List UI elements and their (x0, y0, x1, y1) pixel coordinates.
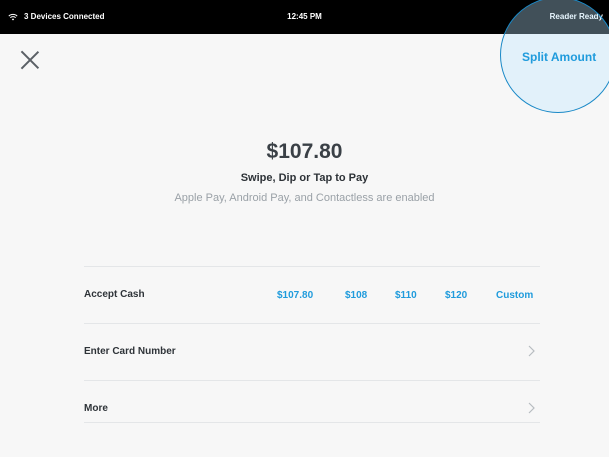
cash-option-108[interactable]: $108 (345, 290, 367, 301)
split-amount-button[interactable]: Split Amount (522, 50, 596, 64)
payment-amount: $107.80 (266, 140, 343, 163)
accept-cash-row: Accept Cash $107.80 $108 $110 $120 Custo… (84, 266, 540, 322)
enter-card-number-row[interactable]: Enter Card Number (84, 323, 540, 379)
more-row[interactable]: More (84, 380, 540, 436)
chevron-right-icon (528, 345, 535, 357)
cash-option-110[interactable]: $110 (395, 290, 417, 301)
payment-instruction: Swipe, Dip or Tap to Pay (240, 172, 369, 184)
divider (84, 422, 540, 423)
chevron-right-icon (528, 402, 535, 414)
cash-option-custom[interactable]: Custom (496, 290, 533, 301)
accept-cash-label: Accept Cash (84, 289, 145, 300)
close-icon[interactable] (20, 50, 40, 70)
more-label: More (84, 403, 108, 414)
cash-option-120[interactable]: $120 (445, 290, 467, 301)
cash-option-exact[interactable]: $107.80 (277, 290, 313, 301)
enter-card-number-label: Enter Card Number (84, 346, 176, 357)
contactless-note: Apple Pay, Android Pay, and Contactless … (174, 192, 435, 204)
